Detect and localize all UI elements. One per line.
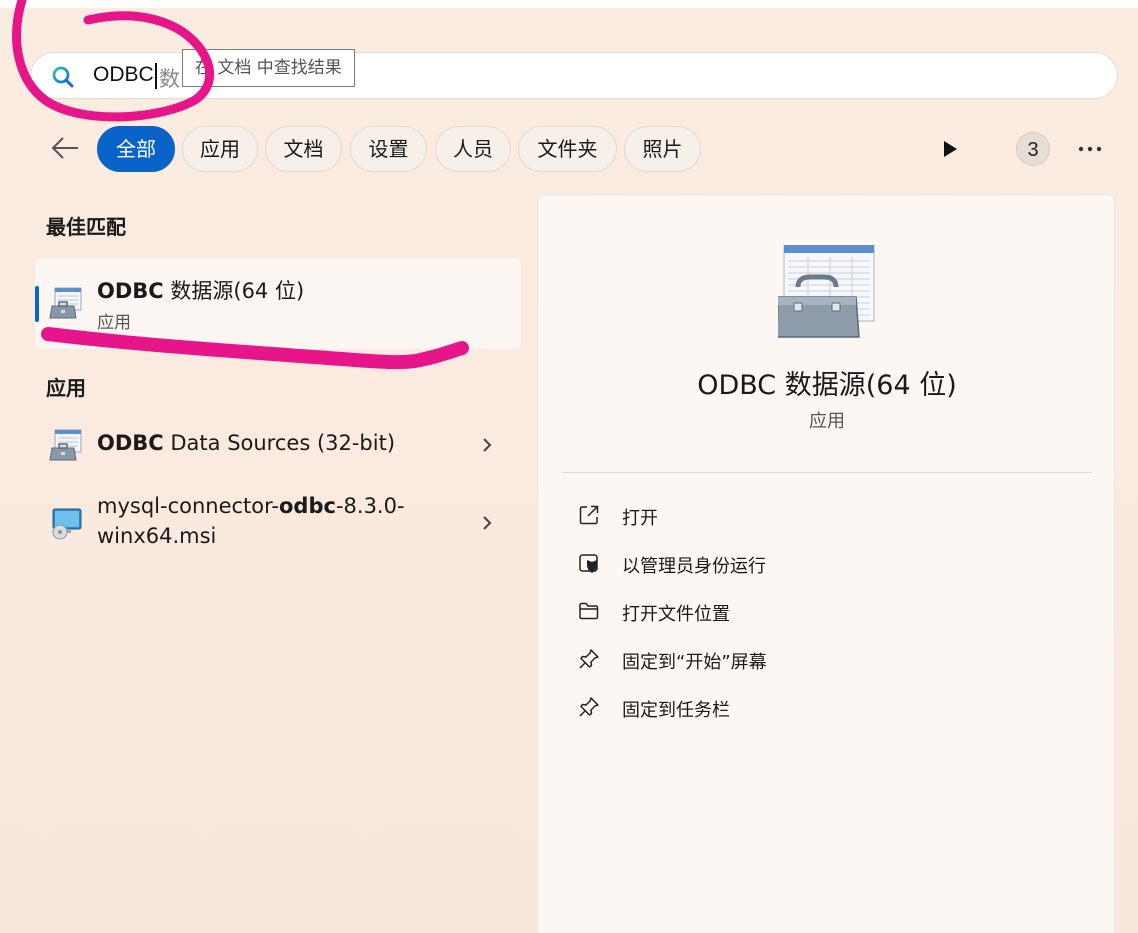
more-options-icon[interactable]	[1074, 138, 1106, 160]
pin-icon	[579, 649, 599, 669]
best-match-title: ODBC 数据源(64 位)	[97, 279, 305, 303]
search-input[interactable]: ODBC	[93, 63, 154, 87]
best-match-subtitle: 应用	[97, 313, 131, 333]
action-pin-to-start[interactable]: 固定到“开始”屏幕	[576, 643, 1076, 677]
action-label: 固定到任务栏	[622, 700, 730, 721]
app-item-mysql-connector[interactable]: mysql-connector-odbc-8.3.0- winx64.msi	[35, 488, 521, 558]
filter-chip-folders[interactable]: 文件夹	[518, 126, 617, 172]
action-label: 以管理员身份运行	[622, 556, 766, 577]
best-match-heading: 最佳匹配	[46, 215, 126, 239]
chevron-right-icon[interactable]	[481, 514, 493, 532]
divider	[562, 472, 1092, 473]
app-item-title-line2: winx64.msi	[97, 524, 217, 548]
selection-indicator	[35, 286, 39, 322]
toolbox-icon	[49, 287, 82, 319]
detail-panel: ODBC 数据源(64 位) 应用 打开 以管理员身份运行 打开文件位置 固定到…	[537, 194, 1115, 933]
app-item-title-line1: mysql-connector-odbc-8.3.0-	[97, 494, 405, 518]
filter-chip-all[interactable]: 全部	[97, 126, 175, 172]
best-match-item[interactable]: ODBC 数据源(64 位) 应用	[35, 258, 521, 349]
search-tooltip: 在 文档 中查找结果	[182, 49, 355, 87]
chevron-right-icon[interactable]	[481, 436, 493, 454]
app-item-odbc-32bit[interactable]: ODBC Data Sources (32-bit)	[35, 420, 521, 470]
text-caret	[155, 63, 157, 89]
detail-subtitle: 应用	[809, 411, 845, 432]
result-count-badge: 3	[1016, 132, 1050, 166]
filter-chip-apps[interactable]: 应用	[182, 126, 258, 172]
filter-chip-documents[interactable]: 文档	[265, 126, 342, 172]
installer-icon	[52, 508, 82, 540]
detail-title: ODBC 数据源(64 位)	[697, 370, 957, 401]
toolbox-icon	[778, 245, 875, 338]
back-arrow-icon[interactable]	[48, 132, 82, 164]
action-run-as-admin[interactable]: 以管理员身份运行	[576, 547, 1076, 581]
filter-chip-settings[interactable]: 设置	[350, 126, 427, 172]
filter-chip-photos[interactable]: 照片	[624, 126, 701, 172]
action-pin-to-taskbar[interactable]: 固定到任务栏	[576, 691, 1076, 725]
shield-admin-icon	[579, 554, 598, 573]
action-open-file-location[interactable]: 打开文件位置	[576, 595, 1076, 629]
action-label: 打开	[622, 508, 658, 529]
action-label: 打开文件位置	[622, 604, 730, 625]
action-label: 固定到“开始”屏幕	[622, 652, 767, 673]
top-edge	[0, 0, 1138, 8]
folder-icon	[579, 602, 599, 620]
apps-heading: 应用	[46, 376, 86, 400]
app-item-title: ODBC Data Sources (32-bit)	[97, 431, 396, 455]
filter-chip-people[interactable]: 人员	[435, 126, 511, 172]
search-autocomplete-text: 数	[159, 67, 180, 91]
pin-icon	[579, 697, 599, 717]
open-external-icon	[579, 505, 599, 525]
play-icon[interactable]	[940, 138, 960, 160]
search-icon	[52, 66, 74, 88]
action-open[interactable]: 打开	[576, 499, 1076, 533]
toolbox-icon	[49, 429, 82, 461]
